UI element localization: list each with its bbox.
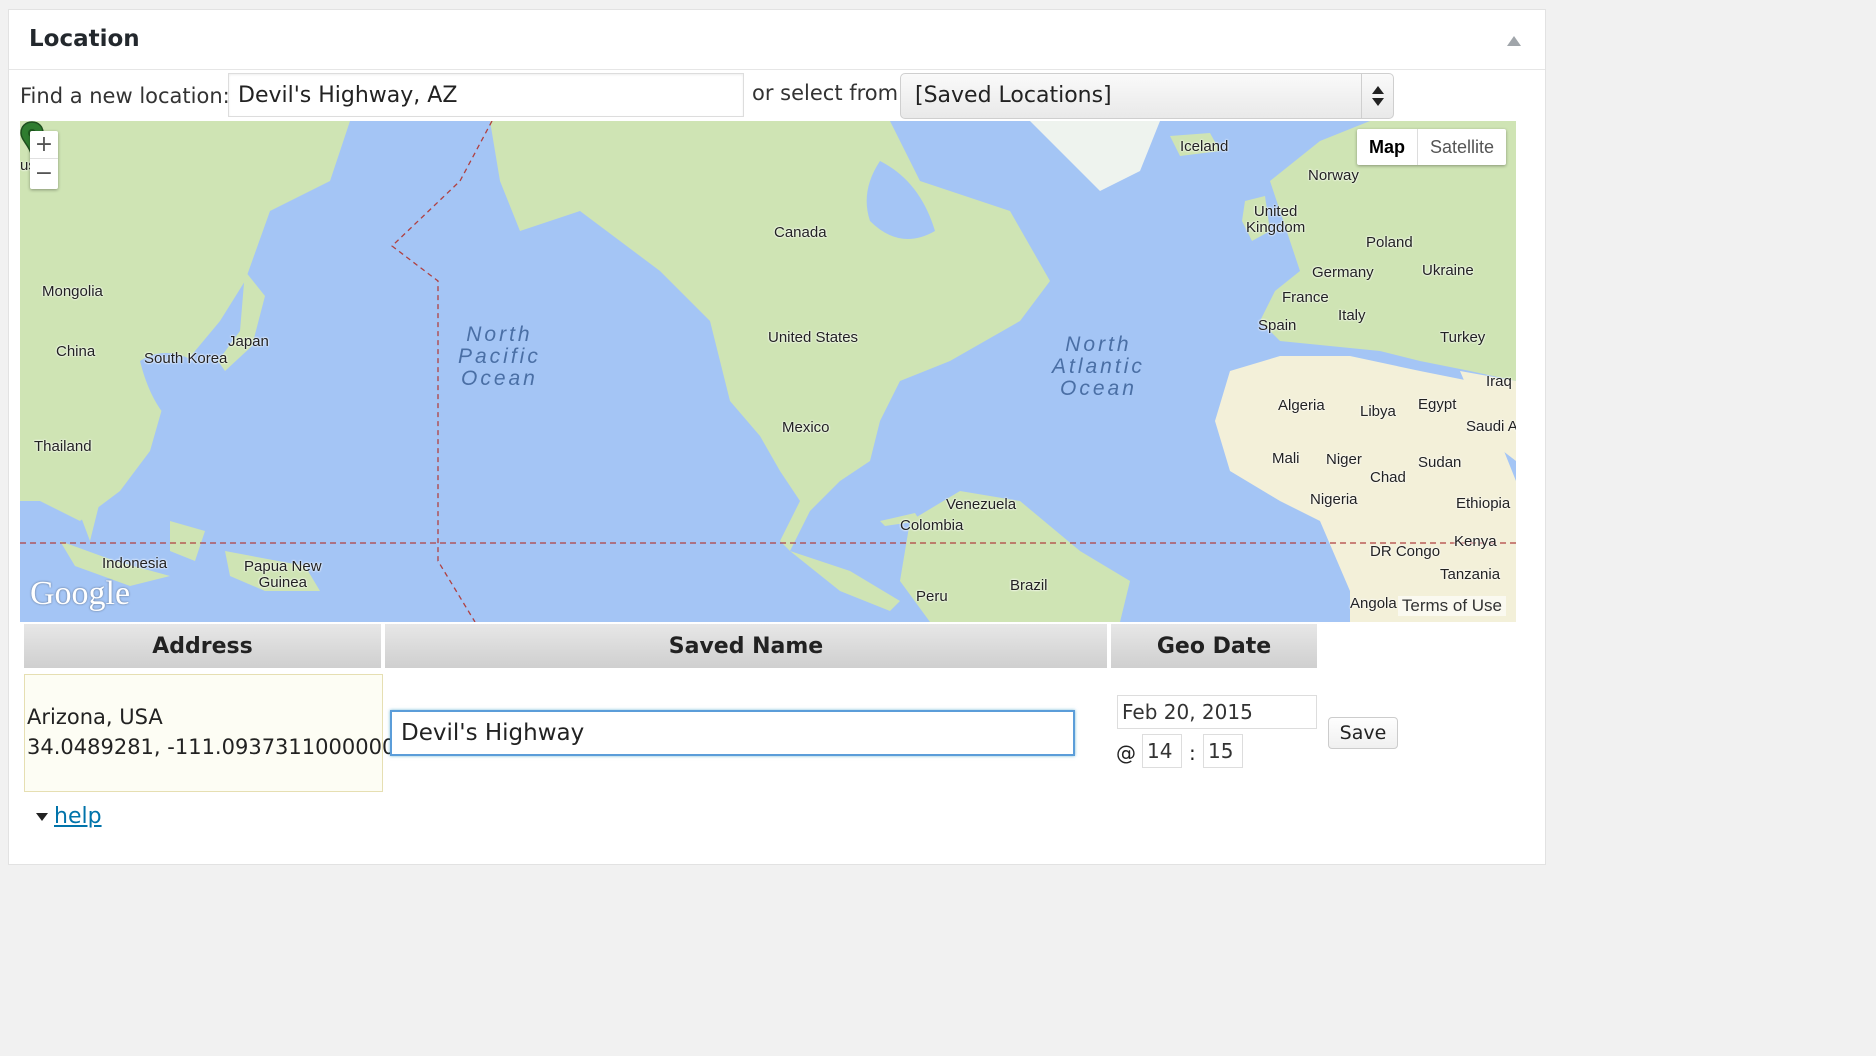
map-label-niger: Niger [1326,451,1362,468]
map-type-map-button[interactable]: Map [1357,129,1418,165]
select-arrows-icon [1361,74,1393,118]
map-label-canada: Canada [774,224,827,241]
or-select-label: or select from [752,81,899,105]
map-label-china: China [56,343,96,360]
map-label-ukraine: Ukraine [1422,262,1474,279]
map-label-north-atlantic-ocean: North Atlantic Ocean [1052,333,1145,400]
map-label-south-korea: South Korea [144,350,228,367]
zoom-out-button[interactable]: − [30,160,58,188]
hour-input[interactable] [1142,734,1182,768]
map-label-brazil: Brazil [1010,577,1048,594]
saved-name-header: Saved Name [385,624,1107,668]
map-label-saudi: Saudi A [1466,418,1516,435]
map-label-mongolia: Mongolia [42,283,103,300]
coordinates-text: 34.0489281, -111.09373110000001 [27,735,409,759]
map-label-tanzania: Tanzania [1440,566,1501,583]
map-label-algeria: Algeria [1278,397,1325,414]
map-label-mali: Mali [1272,450,1300,467]
save-button[interactable]: Save [1328,717,1398,749]
map-label-norway: Norway [1308,167,1359,184]
collapse-toggle-icon[interactable] [1507,36,1521,46]
map-label-indonesia: Indonesia [102,555,168,572]
terms-of-use-link[interactable]: Terms of Use [1397,596,1506,616]
map-label-japan: Japan [228,333,269,350]
address-cell: Arizona, USA 34.0489281, -111.0937311000… [24,674,409,792]
map-landmasses [20,121,1516,622]
at-symbol: @ [1116,741,1136,765]
saved-locations-value: [Saved Locations] [915,83,1112,108]
zoom-in-button[interactable]: + [30,131,58,159]
map-label-venezuela: Venezuela [946,496,1017,513]
map-label-kenya: Kenya [1454,533,1497,550]
geo-date-header: Geo Date [1111,624,1317,668]
map-label-mexico: Mexico [782,419,830,436]
map-label-germany: Germany [1312,264,1374,281]
time-separator: : [1189,741,1196,765]
saved-locations-select[interactable]: [Saved Locations] [900,73,1394,119]
map-label-dr-congo: DR Congo [1370,543,1441,560]
panel-header: Location [9,10,1545,70]
map-label-north-pacific-ocean: North Pacific Ocean [458,323,541,390]
map-label-libya: Libya [1360,403,1396,420]
map-label-ethiopia: Ethiopia [1456,495,1511,512]
map-label-turkey: Turkey [1440,329,1486,346]
map-label-egypt: Egypt [1418,396,1457,413]
panel-title: Location [29,26,140,52]
map-label-iraq: Iraq [1486,373,1512,390]
map-label-sudan: Sudan [1418,454,1462,471]
map-label-colombia: Colombia [900,517,964,534]
map-label-chad: Chad [1370,469,1406,486]
map-label-angola: Angola [1350,595,1397,612]
map-view[interactable]: Iceland Norway United Kingdom Poland Ger… [20,121,1516,622]
map-label-united-kingdom: United Kingdom [1246,203,1306,236]
saved-name-input[interactable] [390,710,1075,756]
map-label-iceland: Iceland [1180,138,1229,155]
geo-date-input[interactable] [1117,695,1317,729]
geo-table: Address Saved Name Geo Date [20,624,1321,668]
find-location-label: Find a new location: [20,84,230,108]
map-label-papua-new-guinea: Papua New Guinea [244,558,322,591]
google-logo: Google [30,575,131,612]
map-label-thailand: Thailand [34,438,92,455]
triangle-down-icon[interactable] [36,813,48,821]
address-text: Arizona, USA [27,705,163,729]
map-label-peru: Peru [916,588,948,605]
map-type-satellite-button[interactable]: Satellite [1418,129,1506,165]
map-label-italy: Italy [1338,307,1366,324]
location-search-input[interactable] [228,73,744,117]
minute-input[interactable] [1203,734,1243,768]
map-type-control: Map Satellite [1356,129,1506,165]
map-label-united-states: United States [768,329,859,346]
address-header: Address [24,624,381,668]
help-link[interactable]: help [54,804,102,829]
map-label-france: France [1282,289,1329,306]
map-label-poland: Poland [1366,234,1413,251]
map-label-nigeria: Nigeria [1310,491,1358,508]
map-label-spain: Spain [1258,317,1297,334]
zoom-control: + − [30,131,58,189]
